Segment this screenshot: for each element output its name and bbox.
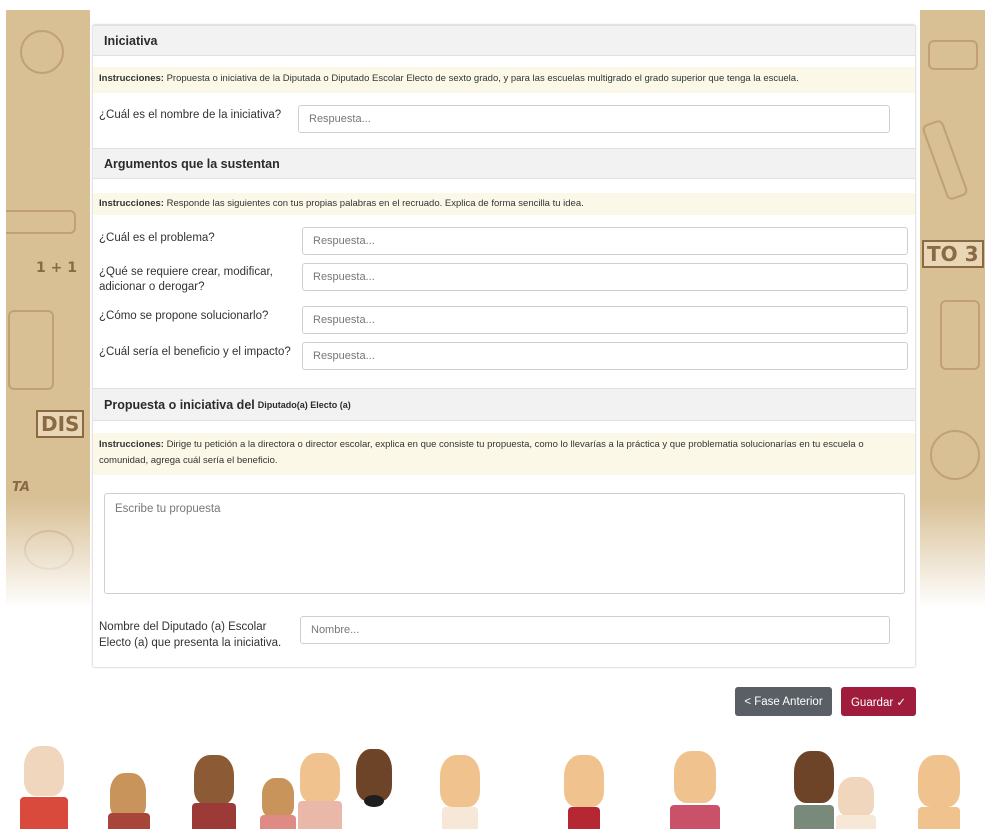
question-label-nombre: ¿Cuál es el nombre de la iniciativa? — [99, 109, 282, 121]
save-button[interactable]: Guardar ✓ — [841, 687, 916, 716]
sign-decoration-right: TO 3 — [922, 240, 984, 268]
diputado-name-input[interactable]: Nombre... — [300, 616, 890, 644]
section-title: Iniciativa — [104, 33, 158, 48]
section-header-argumentos: Argumentos que la sustentan — [93, 148, 915, 179]
circle-decoration — [930, 430, 980, 480]
hand-icon — [556, 749, 612, 829]
requiere-input[interactable]: Respuesta... — [302, 263, 908, 291]
math-decoration: 1 + 1 — [36, 260, 77, 276]
iniciativa-name-input[interactable]: Respuesta... — [298, 105, 890, 133]
calculator-decoration — [8, 310, 54, 390]
beneficio-input[interactable]: Respuesta... — [302, 342, 908, 370]
instructions-iniciativa: Instrucciones: Propuesta o iniciativa de… — [93, 67, 915, 93]
section-title-suffix: Diputado(a) Electo (a) — [257, 399, 351, 410]
question-label-beneficio: ¿Cuál sería el beneficio y el impacto? — [99, 346, 291, 358]
hand-icon — [432, 749, 488, 829]
hand-icon — [14, 740, 74, 829]
cartoon-face-decoration — [20, 30, 64, 74]
hand-icon — [186, 749, 242, 829]
propuesta-textarea[interactable]: Escribe tu propuesta — [104, 493, 905, 594]
ruler-decoration — [6, 210, 76, 234]
hand-icon — [348, 743, 400, 829]
problema-input[interactable]: Respuesta... — [302, 227, 908, 255]
section-header-propuesta: Propuesta o iniciativa del Diputado(a) E… — [93, 388, 915, 421]
instructions-propuesta: Instrucciones: Dirige tu petición a la d… — [93, 433, 915, 475]
previous-phase-button[interactable]: < Fase Anterior — [735, 687, 832, 716]
instructions-argumentos: Instrucciones: Responde las siguientes c… — [93, 193, 915, 215]
right-decorative-band: TO 3 — [920, 10, 985, 608]
question-label-solucion: ¿Cómo se propone solucionarlo? — [99, 310, 269, 322]
solucion-input[interactable]: Respuesta... — [302, 306, 908, 334]
raised-hands-illustration — [0, 740, 985, 829]
hand-icon — [104, 769, 154, 829]
notebook-decoration — [940, 300, 980, 370]
section-header-iniciativa: Iniciativa — [93, 25, 915, 56]
left-decorative-band: 1 + 1 DIS TA — [6, 10, 90, 608]
hand-icon — [910, 749, 968, 829]
text-decoration: TA — [12, 480, 30, 495]
hand-icon — [664, 745, 726, 829]
sign-decoration: DIS — [36, 410, 85, 438]
pencil-decoration — [928, 40, 978, 70]
question-label-requiere: ¿Qué se requiere crear, modificar, adici… — [99, 266, 273, 293]
pen-decoration — [920, 118, 970, 202]
section-title: Propuesta o iniciativa del — [104, 397, 255, 412]
question-label-problema: ¿Cuál es el problema? — [99, 232, 215, 244]
name-label: Nombre del Diputado (a) Escolar Electo (… — [99, 621, 282, 649]
section-title: Argumentos que la sustentan — [104, 156, 280, 171]
initiative-form-card: Iniciativa Instrucciones: Propuesta o in… — [92, 24, 916, 668]
hand-icon — [292, 747, 348, 829]
hand-icon — [832, 773, 880, 829]
